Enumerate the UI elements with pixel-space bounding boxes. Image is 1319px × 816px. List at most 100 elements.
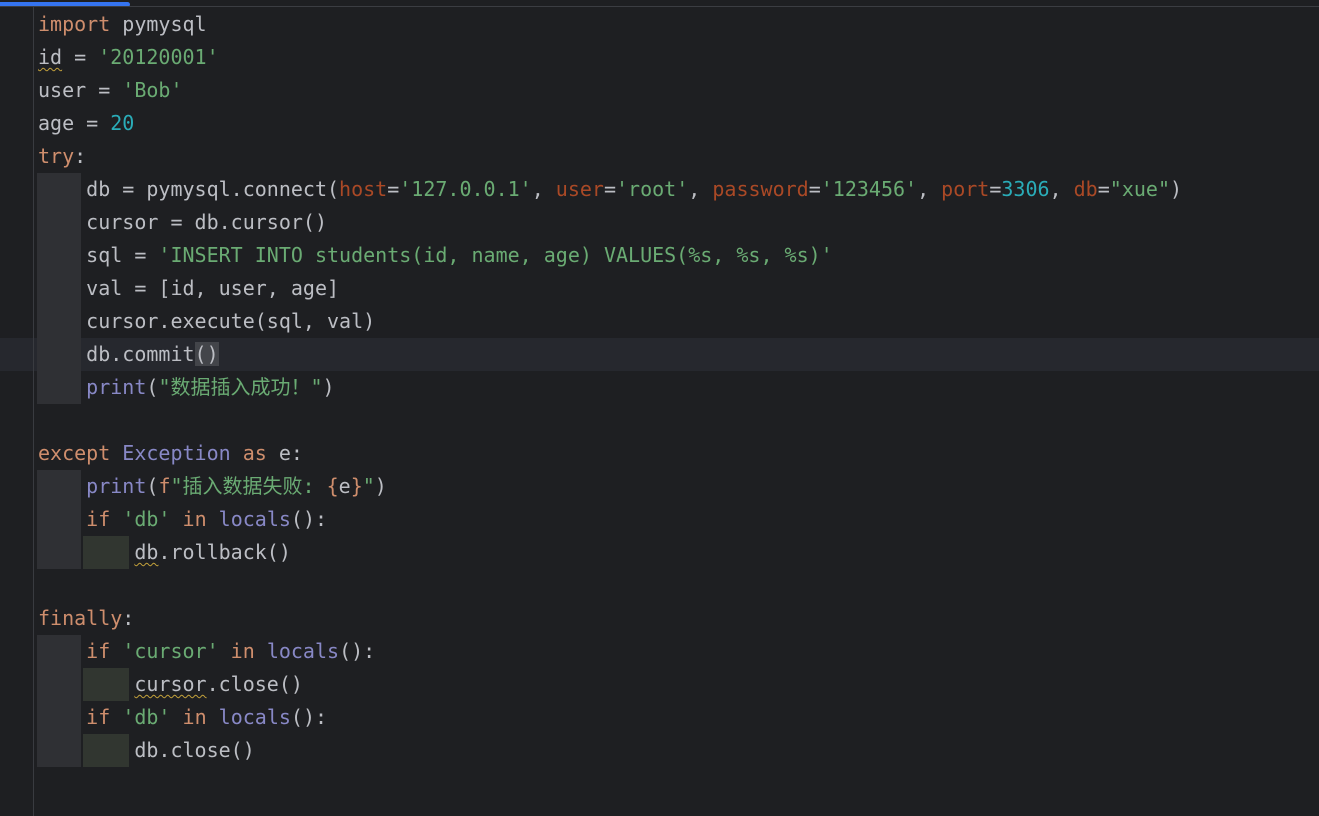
code-token: = <box>603 177 617 201</box>
code-line[interactable]: age = 20 <box>38 107 1182 140</box>
code-token: = <box>62 45 99 69</box>
code-token: cursor.execute(sql, val) <box>38 309 376 333</box>
code-line[interactable]: val = [id, user, age] <box>38 272 1182 305</box>
code-token: Exception <box>122 441 231 465</box>
code-token: = <box>989 177 1002 201</box>
code-line[interactable] <box>38 404 1182 437</box>
code-line[interactable]: db = pymysql.connect(host='127.0.0.1', u… <box>38 173 1182 206</box>
code-line[interactable]: if 'db' in locals(): <box>38 503 1182 536</box>
code-token: db <box>1073 177 1098 201</box>
code-token: : <box>74 144 87 168</box>
code-token: val = [id, user, age] <box>38 276 340 300</box>
code-token: try <box>38 144 75 168</box>
code-token: as <box>230 441 267 465</box>
code-token: 20 <box>110 111 135 135</box>
code-token: .close() <box>206 672 303 696</box>
code-token: , <box>917 177 942 201</box>
code-token: user <box>555 177 604 201</box>
code-line[interactable]: finally: <box>38 602 1182 635</box>
code-token: finally <box>38 606 123 630</box>
code-token: f <box>158 474 171 498</box>
code-token: { <box>326 474 339 498</box>
code-line[interactable]: db.rollback() <box>38 536 1182 569</box>
code-token: db.commit <box>38 342 195 366</box>
code-token: = <box>1097 177 1110 201</box>
code-token: in <box>170 705 207 729</box>
code-token: ) <box>1170 177 1183 201</box>
code-token: : <box>122 606 135 630</box>
code-line[interactable]: if 'db' in locals(): <box>38 701 1182 734</box>
code-token: print <box>86 375 147 399</box>
code-token: locals <box>218 705 291 729</box>
code-line[interactable] <box>38 569 1182 602</box>
code-token: 'Bob' <box>122 78 183 102</box>
code-token: .rollback() <box>158 540 291 564</box>
code-token: "数据插入成功！" <box>158 375 323 399</box>
code-line[interactable]: cursor.close() <box>38 668 1182 701</box>
code-token: db.close() <box>38 738 255 762</box>
code-token: (): <box>290 507 328 531</box>
code-token: '127.0.0.1' <box>399 177 532 201</box>
code-line[interactable]: try: <box>38 140 1182 173</box>
code-token: 'cursor' <box>122 639 219 663</box>
code-token: sql = <box>38 243 159 267</box>
code-token: " <box>362 474 375 498</box>
code-token: = <box>808 177 821 201</box>
code-editor[interactable]: import pymysql id = '20120001' user = 'Bob… <box>0 0 1319 816</box>
code-token: if <box>86 639 111 663</box>
code-line[interactable]: print(f"插入数据失败: {e}") <box>38 470 1182 503</box>
code-token: pymysql <box>110 12 207 36</box>
code-token: , <box>1049 177 1074 201</box>
code-token: , <box>531 177 556 201</box>
code-line[interactable]: db.commit() <box>38 338 1182 371</box>
gutter-divider <box>33 7 34 816</box>
code-lines[interactable]: import pymysql id = '20120001' user = 'Bob… <box>38 8 1182 767</box>
code-token: in <box>218 639 255 663</box>
code-line[interactable]: cursor = db.cursor() <box>38 206 1182 239</box>
code-token: port <box>941 177 990 201</box>
code-token: 'db' <box>122 507 171 531</box>
code-token: (): <box>339 639 376 663</box>
code-token: ( <box>146 375 159 399</box>
code-token: locals <box>266 639 340 663</box>
code-line[interactable]: except Exception as e: <box>38 437 1182 470</box>
code-token: id <box>38 45 63 69</box>
code-token: host <box>339 177 388 201</box>
code-token: 'INSERT INTO students(id, name, age) VAL… <box>158 243 833 267</box>
code-token: } <box>350 474 363 498</box>
code-token: e <box>338 474 351 498</box>
code-token: except <box>38 441 123 465</box>
code-line[interactable]: id = '20120001' <box>38 41 1182 74</box>
code-token: = <box>387 177 400 201</box>
code-token: cursor = db.cursor() <box>38 210 327 234</box>
code-line[interactable]: user = 'Bob' <box>38 74 1182 107</box>
code-token: 3306 <box>1001 177 1050 201</box>
code-line[interactable]: import pymysql <box>38 8 1182 41</box>
code-line[interactable]: if 'cursor' in locals(): <box>38 635 1182 668</box>
code-token: 'root' <box>616 177 689 201</box>
code-line[interactable]: db.close() <box>38 734 1182 767</box>
code-line[interactable]: print("数据插入成功！") <box>38 371 1182 404</box>
code-token: password <box>712 177 809 201</box>
code-line[interactable]: cursor.execute(sql, val) <box>38 305 1182 338</box>
code-token: user = <box>38 78 123 102</box>
code-token: "插入数据失败: <box>170 474 327 498</box>
code-token: if <box>86 507 111 531</box>
code-token: () <box>194 342 219 366</box>
code-token: '20120001' <box>98 45 219 69</box>
code-line[interactable]: sql = 'INSERT INTO students(id, name, ag… <box>38 239 1182 272</box>
code-token: 'db' <box>122 705 171 729</box>
code-token: in <box>170 507 207 531</box>
code-token: if <box>86 705 111 729</box>
code-token: ( <box>146 474 159 498</box>
code-token: import <box>38 12 111 36</box>
